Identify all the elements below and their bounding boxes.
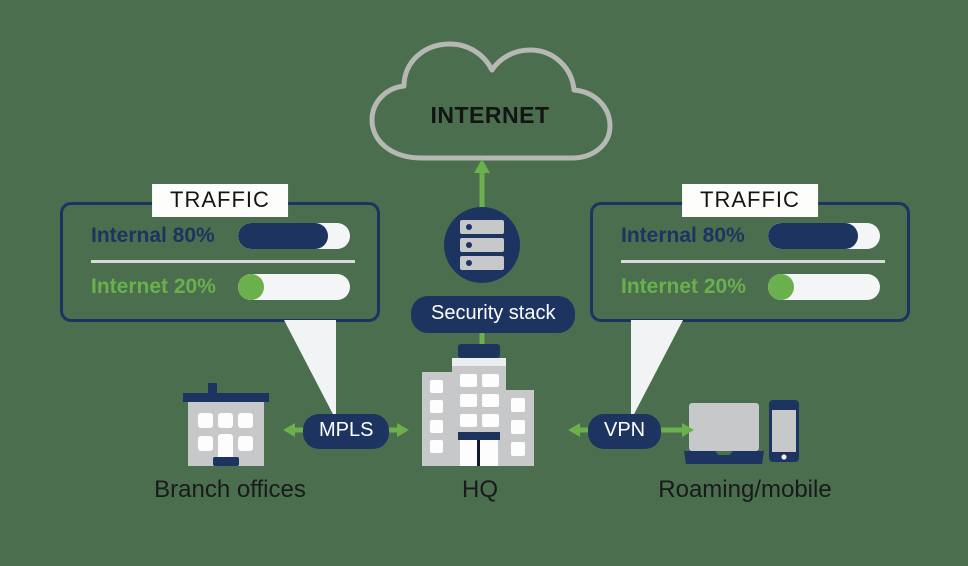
security-stack-icon-circle [444,207,520,283]
caption-branch-offices: Branch offices [154,476,306,503]
server-led-icon [466,224,472,230]
server-bar [460,220,504,234]
traffic-bar-internal-left [238,223,350,249]
funnel-left [284,320,354,420]
bar-fill-internal [238,223,328,249]
traffic-panel-right: TRAFFIC Internal 80% Internet 20% [590,184,910,322]
traffic-row-internal-left: Internal 80% [63,212,377,260]
vpn-badge[interactable]: VPN [588,414,662,449]
traffic-label-internal-right: Internal 80% [621,224,745,247]
server-led-icon [466,260,472,266]
mpls-badge[interactable]: MPLS [303,414,390,449]
server-led-icon [466,242,472,248]
cloud-label: INTERNET [430,102,550,128]
roaming-devices-icon [684,400,799,468]
traffic-label-internal-left: Internal 80% [91,224,215,247]
traffic-row-internet-left: Internet 20% [63,263,377,311]
diagram-canvas: INTERNET Security stack TRAFFIC Internal… [0,0,968,566]
traffic-panel-left: TRAFFIC Internal 80% Internet 20% [60,184,380,322]
caption-hq: HQ [462,476,498,503]
traffic-row-internal-right: Internal 80% [593,212,907,260]
traffic-row-internet-right: Internet 20% [593,263,907,311]
bar-fill-internal [768,223,858,249]
server-bar [460,256,504,270]
funnel-right [613,320,683,420]
caption-roaming-mobile: Roaming/mobile [658,476,832,503]
traffic-bar-internet-left [238,274,350,300]
hq-building-icon [412,338,547,466]
security-stack-label: Security stack [411,296,576,333]
traffic-label-internet-left: Internet 20% [91,275,216,298]
branch-offices-icon [180,383,272,466]
traffic-label-internet-right: Internet 20% [621,275,746,298]
server-bar [460,238,504,252]
bar-fill-internet [238,274,264,300]
bar-fill-internet [768,274,794,300]
traffic-bar-internet-right [768,274,880,300]
traffic-bar-internal-right [768,223,880,249]
